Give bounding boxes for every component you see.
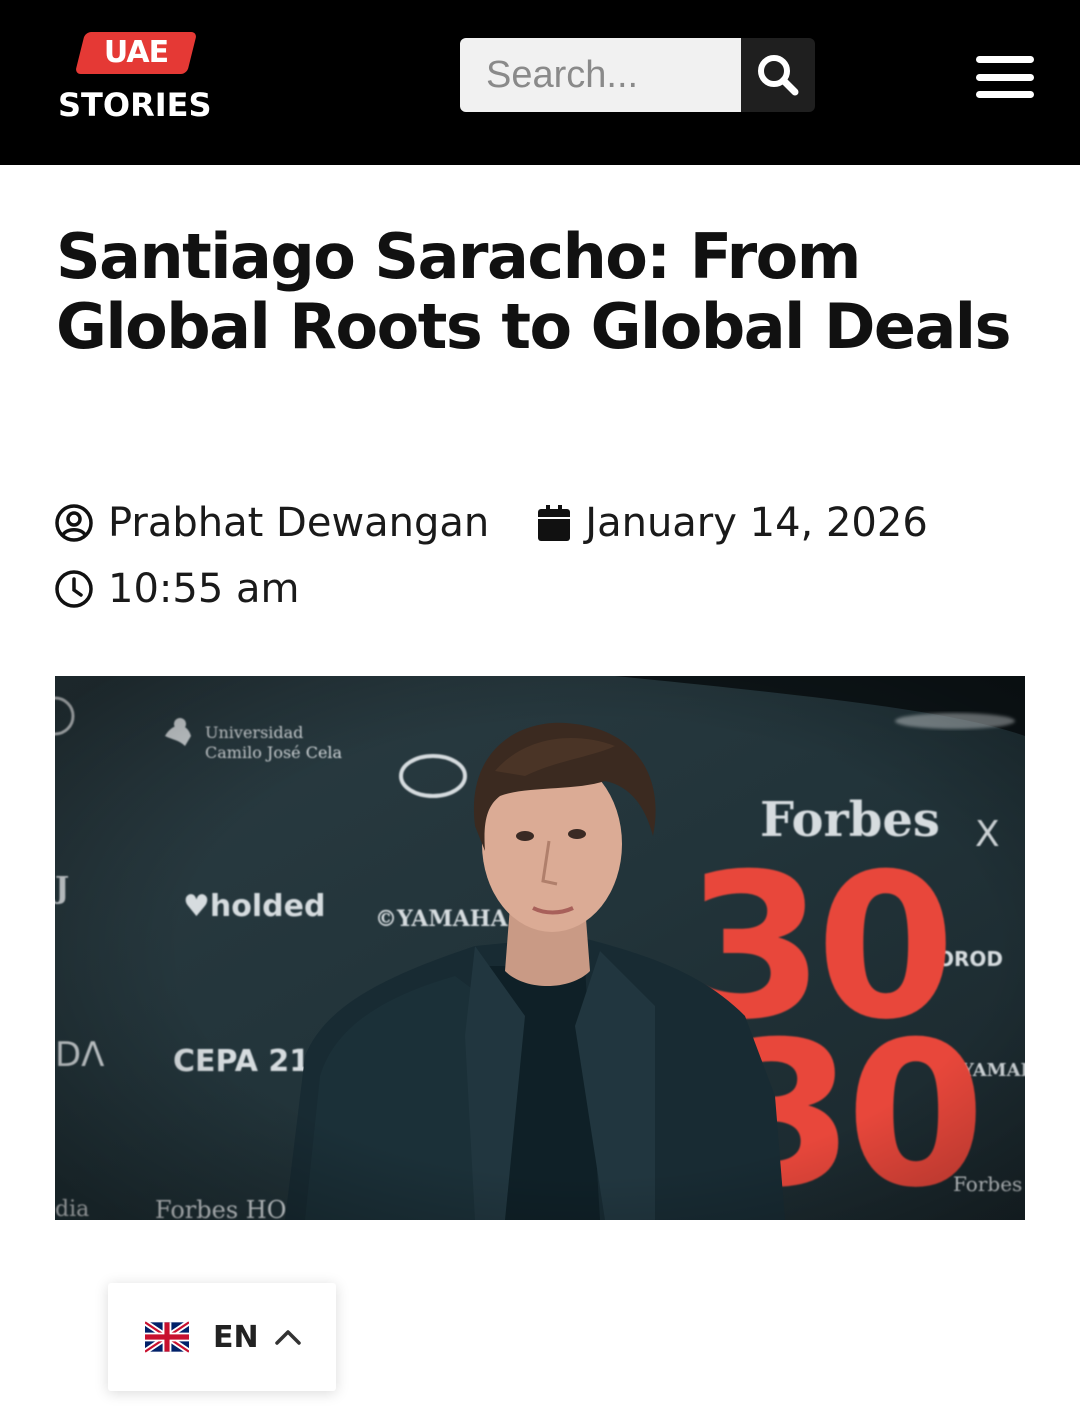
article-featured-image: Universidad Camilo José Cela J ♥holded ©… <box>55 676 1025 1220</box>
search-button[interactable] <box>741 38 815 112</box>
hamburger-menu-icon[interactable] <box>976 56 1034 98</box>
calendar-icon <box>537 503 571 543</box>
language-switcher[interactable]: EN <box>108 1283 336 1391</box>
user-circle-icon <box>54 503 94 543</box>
language-code: EN <box>213 1319 259 1355</box>
publish-time: 10:55 am <box>108 566 300 612</box>
menu-line <box>976 73 1034 81</box>
clock-icon <box>54 569 94 609</box>
author-name: Prabhat Dewangan <box>108 500 490 546</box>
menu-line <box>976 56 1034 63</box>
site-logo[interactable]: UAE STORIES <box>58 28 218 128</box>
uk-flag-icon <box>145 1321 189 1353</box>
date-meta: January 14, 2026 <box>537 500 928 546</box>
featured-image-illustration: Universidad Camilo José Cela J ♥holded ©… <box>55 676 1025 1220</box>
search-input[interactable] <box>460 38 741 112</box>
top-navigation-bar: UAE STORIES <box>0 0 1080 165</box>
article-time-row: 10:55 am <box>54 565 299 613</box>
article-title: Santiago Saracho: From Global Roots to G… <box>56 220 1011 363</box>
search-icon <box>758 55 799 96</box>
time-meta: 10:55 am <box>54 566 299 612</box>
menu-line <box>976 91 1034 98</box>
article-meta: Prabhat Dewangan January 14, 2026 <box>54 499 928 547</box>
publish-date: January 14, 2026 <box>585 500 928 546</box>
logo-wordmark: STORIES <box>58 86 212 124</box>
logo-badge-text: UAE <box>103 35 169 70</box>
chevron-up-icon <box>273 1327 303 1347</box>
search-form <box>460 38 815 112</box>
author-meta[interactable]: Prabhat Dewangan <box>54 500 489 546</box>
